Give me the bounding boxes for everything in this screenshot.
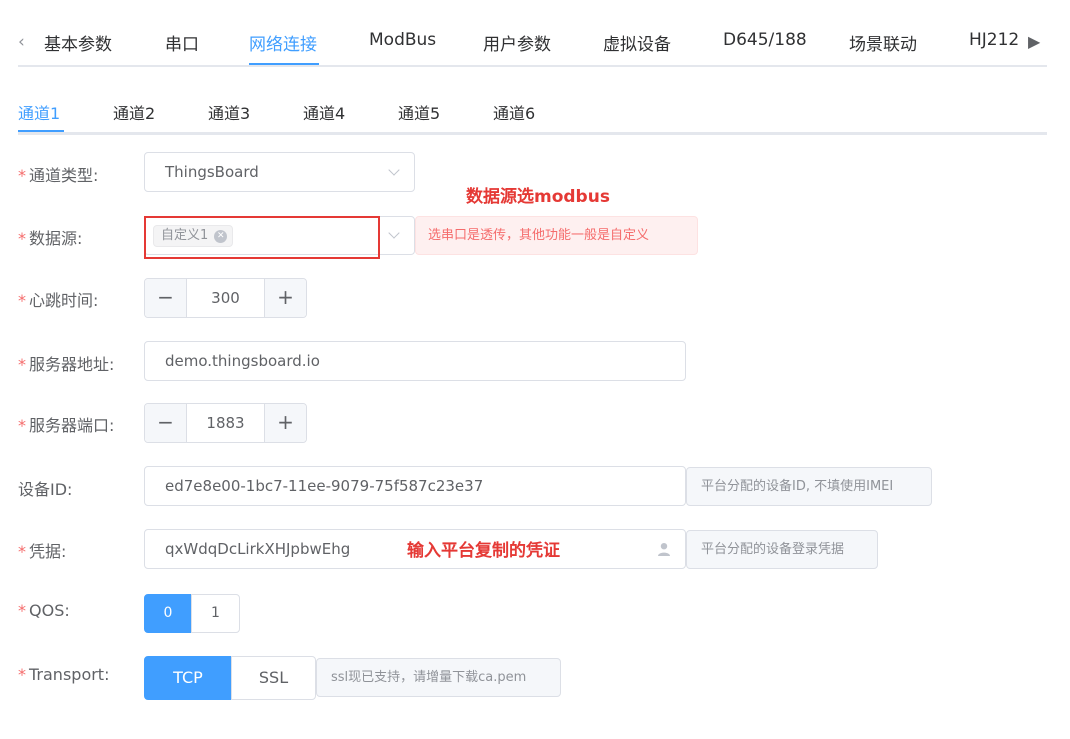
required-mark: * <box>18 355 26 374</box>
active-channel-indicator <box>18 130 64 132</box>
required-mark: * <box>18 291 26 310</box>
heartbeat-label: * 心跳时间: <box>18 291 99 310</box>
credential-label: * 凭据: <box>18 542 67 561</box>
required-mark: * <box>18 166 26 185</box>
device-id-input[interactable]: ed7e8e00-1bc7-11ee-9079-75f587c23e37 <box>144 466 686 506</box>
tab-channel-5[interactable]: 通道5 <box>398 100 440 124</box>
required-mark: * <box>18 542 26 561</box>
device-id-label: 设备ID: <box>18 480 73 499</box>
required-mark: * <box>18 601 26 620</box>
required-mark: * <box>18 665 26 684</box>
server-address-label: * 服务器地址: <box>18 355 115 374</box>
qos-option-0[interactable]: 0 <box>144 594 192 633</box>
server-port-value[interactable]: 1883 <box>187 414 264 432</box>
channel-type-value: ThingsBoard <box>165 163 259 181</box>
channel-type-select[interactable]: ThingsBoard <box>144 152 415 192</box>
tab-channel-3[interactable]: 通道3 <box>208 100 250 124</box>
triangle-right-icon[interactable]: ▶ <box>1028 32 1040 51</box>
required-mark: * <box>18 229 26 248</box>
annotation-data-source: 数据源选modbus <box>466 187 610 207</box>
required-mark: * <box>18 416 26 435</box>
transport-option-ssl[interactable]: SSL <box>231 656 316 700</box>
tab-scene-link[interactable]: 场景联动 <box>849 30 917 55</box>
tab-channel-6[interactable]: 通道6 <box>493 100 535 124</box>
credential-value: qxWdqDcLirkXHJpbwEhg <box>165 540 351 558</box>
qos-option-1[interactable]: 1 <box>191 594 240 633</box>
tab-channel-4[interactable]: 通道4 <box>303 100 345 124</box>
chevron-down-icon <box>388 164 400 176</box>
credential-hint: 平台分配的设备登录凭据 <box>686 530 878 569</box>
user-icon <box>658 543 670 556</box>
transport-option-tcp[interactable]: TCP <box>144 656 232 700</box>
chevron-down-icon <box>388 227 400 239</box>
top-tab-bar: ‹ 基本参数 串口 网络连接 ModBus 用户参数 虚拟设备 D645/188… <box>18 0 1047 67</box>
increment-button[interactable]: + <box>264 279 306 317</box>
annotation-highlight-box <box>144 216 380 259</box>
channel-tab-bar: 通道1 通道2 通道3 通道4 通道5 通道6 <box>18 90 1047 135</box>
decrement-button[interactable]: − <box>145 404 187 442</box>
tab-hj212[interactable]: HJ212 <box>969 30 1019 50</box>
tab-modbus[interactable]: ModBus <box>369 30 436 50</box>
tab-serial[interactable]: 串口 <box>165 30 199 55</box>
server-port-label: * 服务器端口: <box>18 416 115 435</box>
tab-channel-2[interactable]: 通道2 <box>113 100 155 124</box>
server-address-input[interactable]: demo.thingsboard.io <box>144 341 686 381</box>
transport-hint: ssl现已支持，请增量下载ca.pem <box>316 658 561 697</box>
annotation-credential: 输入平台复制的凭证 <box>407 541 560 561</box>
data-source-error-tip: 选串口是透传，其他功能一般是自定义 <box>415 216 698 255</box>
active-tab-indicator <box>249 63 319 65</box>
device-id-hint: 平台分配的设备ID, 不填使用IMEI <box>686 467 932 506</box>
device-id-value: ed7e8e00-1bc7-11ee-9079-75f587c23e37 <box>165 477 484 495</box>
heartbeat-stepper[interactable]: − 300 + <box>144 278 307 318</box>
tab-d645[interactable]: D645/188 <box>723 30 807 50</box>
server-address-value: demo.thingsboard.io <box>165 352 320 370</box>
chevron-left-icon[interactable]: ‹ <box>18 32 25 52</box>
increment-button[interactable]: + <box>264 404 306 442</box>
qos-label: * QOS: <box>18 601 70 620</box>
channel-type-label: * 通道类型: <box>18 166 99 185</box>
tab-virtual-device[interactable]: 虚拟设备 <box>603 30 671 55</box>
server-port-stepper[interactable]: − 1883 + <box>144 403 307 443</box>
tab-network[interactable]: 网络连接 <box>249 30 317 55</box>
decrement-button[interactable]: − <box>145 279 187 317</box>
data-source-label: * 数据源: <box>18 229 83 248</box>
tab-basic-params[interactable]: 基本参数 <box>44 30 112 55</box>
transport-label: * Transport: <box>18 665 110 684</box>
tab-user-params[interactable]: 用户参数 <box>483 30 551 55</box>
tab-channel-1[interactable]: 通道1 <box>18 100 60 124</box>
heartbeat-value[interactable]: 300 <box>187 289 264 307</box>
